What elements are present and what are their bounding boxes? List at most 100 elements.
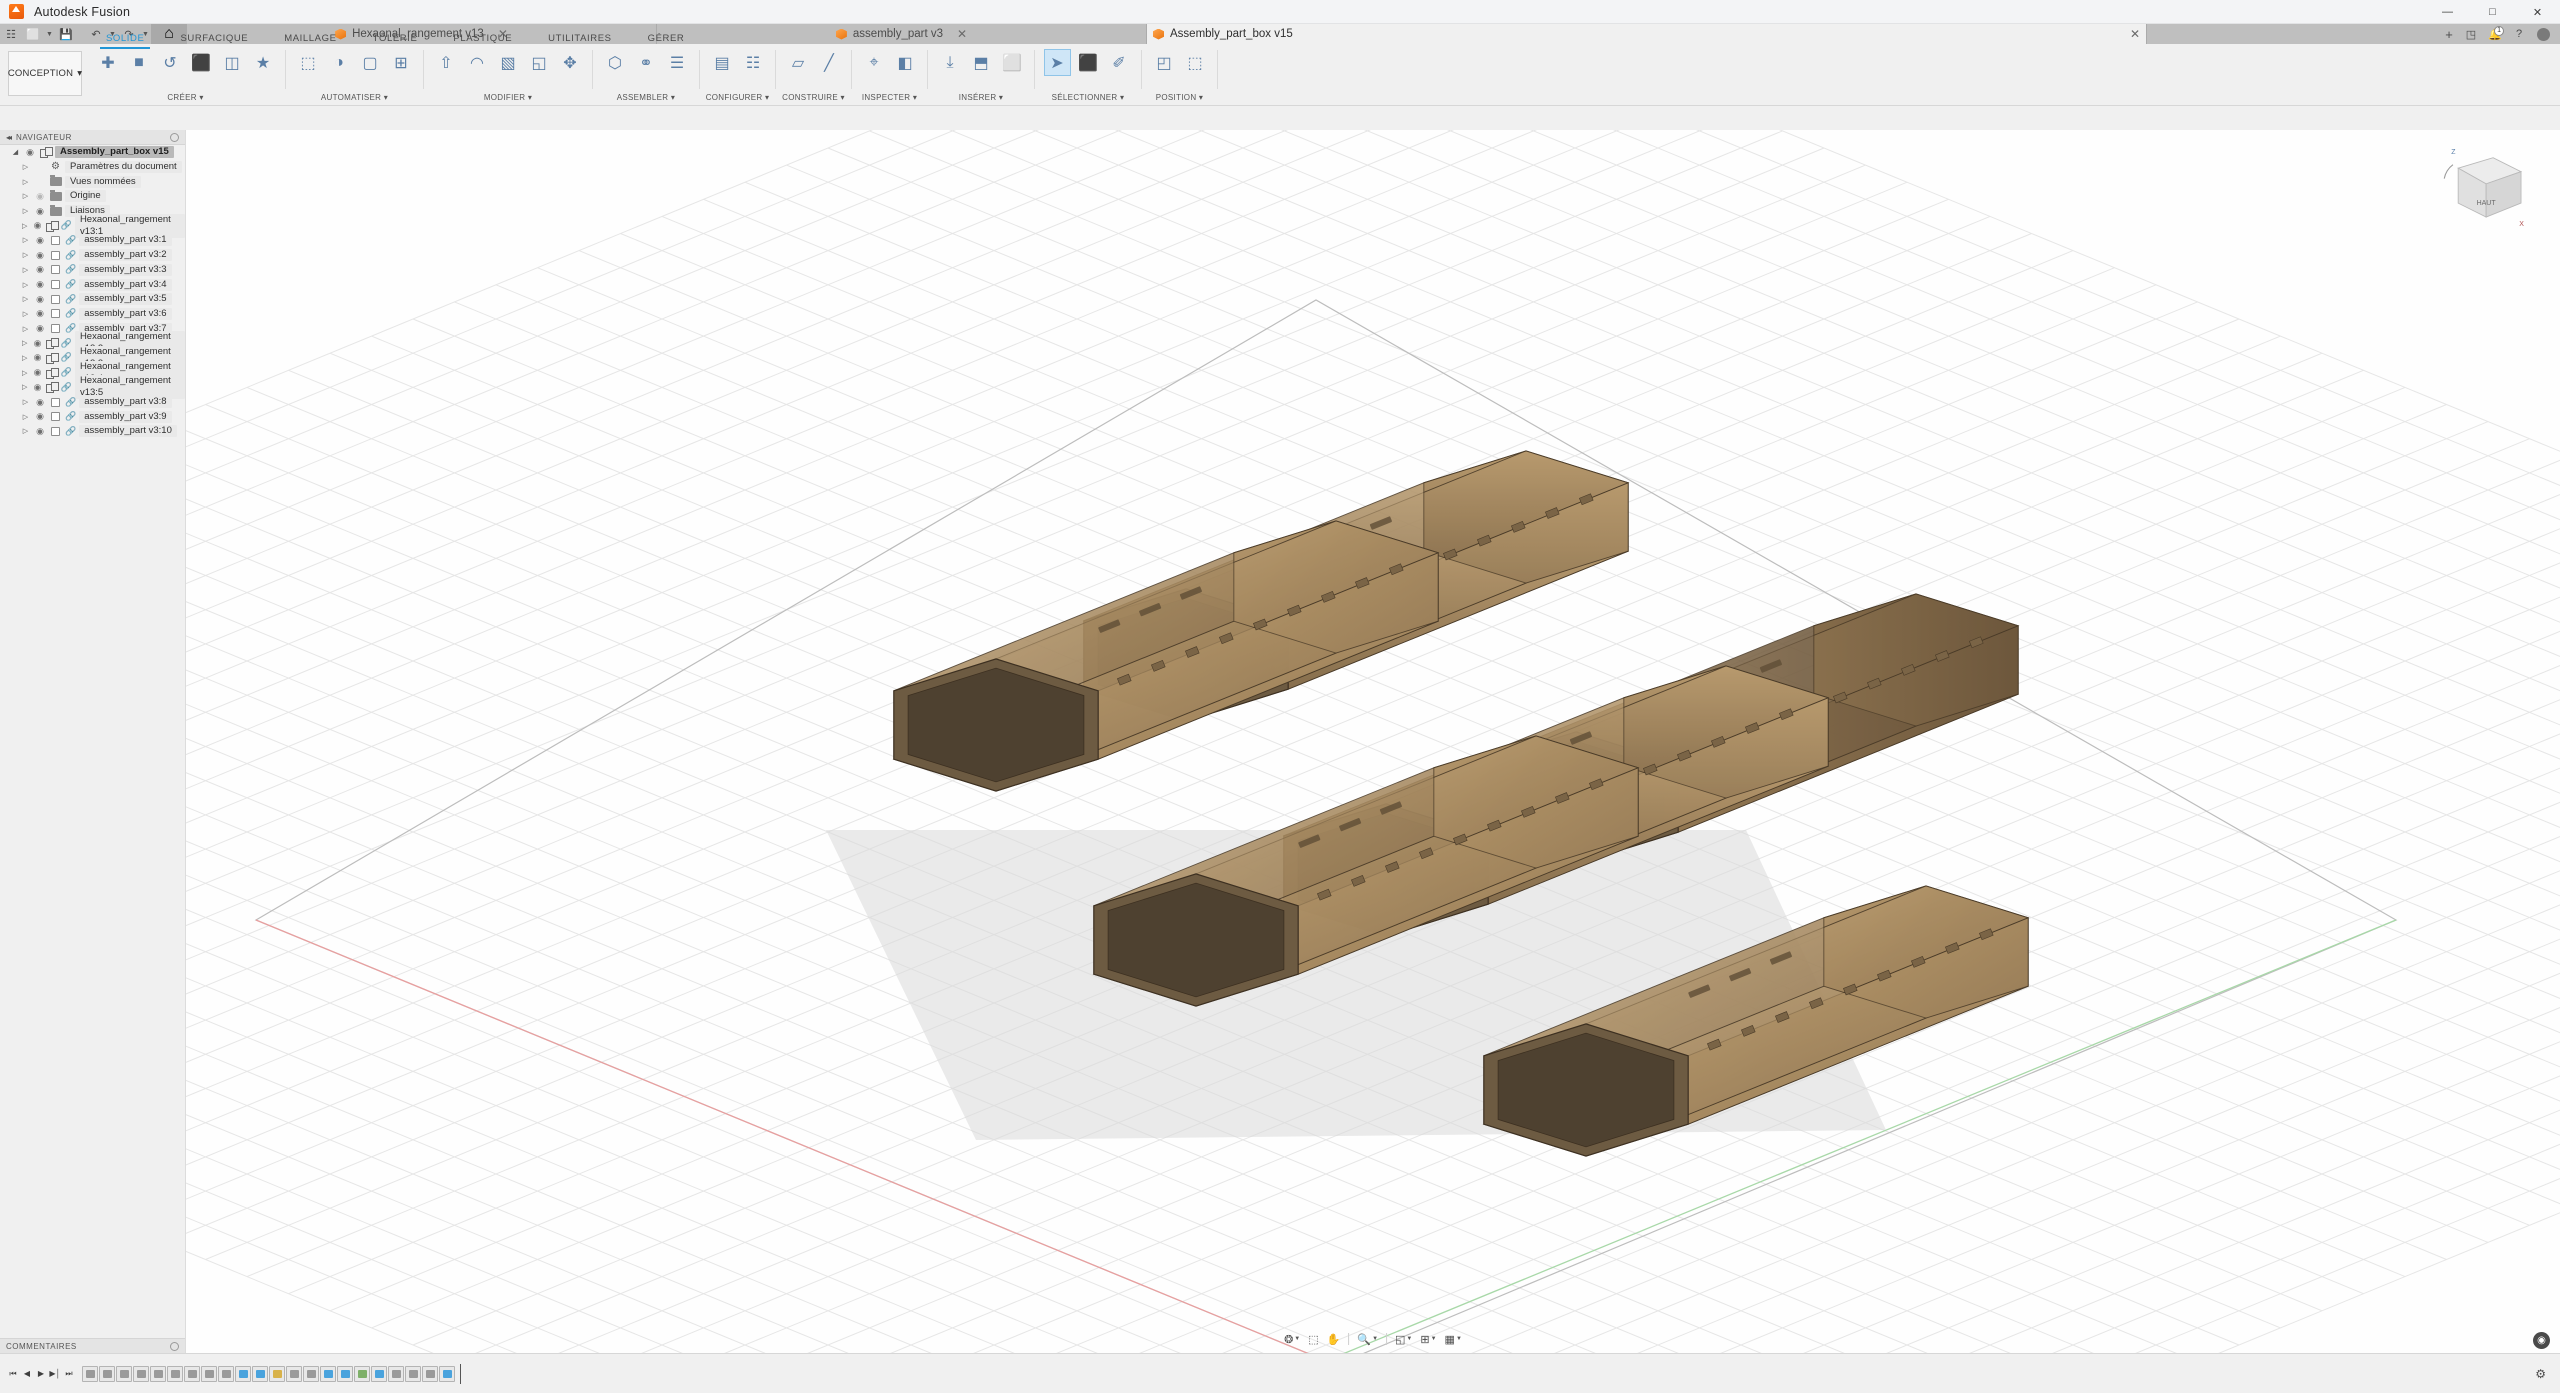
- visibility-eye-icon[interactable]: ◉: [34, 397, 46, 408]
- position-grid-tool[interactable]: ⬚: [1180, 47, 1210, 76]
- timeline-feature-12[interactable]: [269, 1365, 285, 1382]
- visibility-eye-icon[interactable]: ◉: [34, 191, 46, 202]
- panel-label[interactable]: INSÉRER ▾: [930, 93, 1032, 105]
- ribbon-tab-plastique[interactable]: PLASTIQUE: [435, 30, 530, 48]
- timeline-feature-21[interactable]: [422, 1365, 438, 1382]
- expand-arrow-icon[interactable]: ▷: [20, 310, 31, 318]
- checkbox-icon[interactable]: [49, 308, 62, 319]
- visibility-eye-icon[interactable]: ◉: [32, 338, 42, 349]
- look-at-tool[interactable]: ⬚: [1305, 1330, 1321, 1348]
- grid-apps-icon[interactable]: ☷: [0, 24, 22, 44]
- joint-tool[interactable]: ⚭: [631, 47, 661, 76]
- viewports-tool[interactable]: ▦ ▼: [1442, 1330, 1465, 1348]
- automate-joints-tool[interactable]: ⬚: [293, 47, 323, 76]
- combine-tool[interactable]: ◱: [524, 47, 554, 76]
- configuration-tool[interactable]: ▤: [707, 47, 737, 76]
- insert-mcmaster-tool[interactable]: ⬒: [966, 47, 996, 76]
- box-primitive-tool[interactable]: ⬛: [186, 47, 216, 76]
- chevron-down-icon[interactable]: ▼: [1406, 1336, 1412, 1342]
- configuration-table-tool[interactable]: ☷: [738, 47, 768, 76]
- offset-plane-tool[interactable]: ▱: [783, 47, 813, 76]
- timeline-feature-11[interactable]: [252, 1365, 268, 1382]
- document-tab-3[interactable]: Assembly_part_box v15 ✕: [1147, 24, 2147, 44]
- browser-tree-node[interactable]: ▷ ◉ 🔗 Hexaonal_rangement v13:1: [0, 213, 185, 238]
- ribbon-tab-utilitaires[interactable]: UTILITAIRES: [530, 30, 629, 48]
- timeline-feature-5[interactable]: [150, 1365, 166, 1382]
- panel-label[interactable]: ASSEMBLER ▾: [595, 93, 697, 105]
- insert-canvas-tool[interactable]: ⬜: [997, 47, 1027, 76]
- close-icon[interactable]: ✕: [2130, 28, 2140, 40]
- measure-tool[interactable]: ⌖: [859, 47, 889, 76]
- extrude-tool[interactable]: ■: [124, 47, 154, 76]
- expand-arrow-icon[interactable]: ▷: [20, 413, 31, 421]
- automate-align-tool[interactable]: ⊞: [386, 47, 416, 76]
- display-settings-tool[interactable]: ◱ ▼: [1392, 1330, 1415, 1348]
- section-analysis-tool[interactable]: ◧: [890, 47, 920, 76]
- checkbox-icon[interactable]: [49, 264, 62, 275]
- visibility-eye-icon[interactable]: ◉: [34, 250, 46, 261]
- browser-tree-node[interactable]: ▷ Vues nommées: [0, 174, 185, 189]
- expand-arrow-icon[interactable]: ▷: [20, 383, 29, 391]
- expand-arrow-icon[interactable]: ▷: [20, 295, 31, 303]
- ribbon-tab-maillage[interactable]: MAILLAGE: [266, 30, 354, 48]
- automate-volume-tool[interactable]: ◑: [324, 47, 354, 76]
- ribbon-tab-solide[interactable]: SOLIDE: [88, 30, 162, 49]
- expand-arrow-icon[interactable]: ▷: [20, 325, 31, 333]
- zoom-tool[interactable]: 🔍 ▼: [1354, 1330, 1381, 1348]
- browser-tree-node[interactable]: ▷ ◉ 🔗 assembly_part v3:1: [0, 233, 185, 248]
- select-paint-tool[interactable]: ✐: [1104, 47, 1134, 76]
- grid-snap-tool[interactable]: ⊞ ▼: [1417, 1330, 1439, 1348]
- checkbox-icon[interactable]: [49, 323, 62, 334]
- comments-panel[interactable]: COMMENTAIRES: [0, 1338, 185, 1353]
- timeline-feature-7[interactable]: [184, 1365, 200, 1382]
- timeline-feature-15[interactable]: [320, 1365, 336, 1382]
- timeline-feature-18[interactable]: [371, 1365, 387, 1382]
- browser-root-node[interactable]: ◢ ◉ Assembly_part_box v15: [0, 145, 185, 160]
- minimize-button[interactable]: —: [2425, 0, 2470, 24]
- timeline-settings-icon[interactable]: ⚙: [2535, 1367, 2554, 1381]
- visibility-eye-icon[interactable]: ◉: [32, 367, 42, 378]
- panel-label[interactable]: POSITION ▾: [1144, 93, 1215, 105]
- expand-arrow-icon[interactable]: ▷: [20, 354, 29, 362]
- expand-arrow-icon[interactable]: ◢: [10, 148, 21, 156]
- new-file-caret-icon[interactable]: ▼: [44, 24, 55, 44]
- browser-tree-node[interactable]: ▷ ⚙ Paramètres du document: [0, 160, 185, 175]
- timeline-feature-3[interactable]: [116, 1365, 132, 1382]
- panel-label[interactable]: CONFIGURER ▾: [702, 93, 773, 105]
- browser-tree-node[interactable]: ▷ ◉ 🔗 assembly_part v3:10: [0, 424, 185, 439]
- expand-arrow-icon[interactable]: ▷: [20, 192, 31, 200]
- automate-shell-tool[interactable]: ▢: [355, 47, 385, 76]
- press-pull-tool[interactable]: ⇧: [431, 47, 461, 76]
- timeline-go-end[interactable]: ⏭: [62, 1364, 76, 1384]
- insert-derive-tool[interactable]: ⤓: [935, 47, 965, 76]
- checkbox-icon[interactable]: [49, 294, 62, 305]
- timeline-feature-17[interactable]: [354, 1365, 370, 1382]
- document-tab-2[interactable]: assembly_part v3 ✕: [657, 24, 1147, 44]
- timeline-feature-16[interactable]: [337, 1365, 353, 1382]
- shell-tool[interactable]: ▧: [493, 47, 523, 76]
- browser-tree-node[interactable]: ▷ ◉ 🔗 Hexaonal_rangement v13:5: [0, 375, 185, 400]
- expand-arrow-icon[interactable]: ▷: [20, 398, 31, 406]
- account-avatar[interactable]: [2532, 24, 2554, 44]
- visibility-eye-icon[interactable]: ◉: [34, 264, 46, 275]
- expand-arrow-icon[interactable]: ▷: [20, 427, 31, 435]
- close-icon[interactable]: ✕: [957, 28, 967, 40]
- select-window-tool[interactable]: ⬛: [1073, 47, 1103, 76]
- browser-tree-node[interactable]: ▷ ◉ Origine: [0, 189, 185, 204]
- timeline-feature-4[interactable]: [133, 1365, 149, 1382]
- checkbox-icon[interactable]: [49, 411, 62, 422]
- fillet-tool[interactable]: ◠: [462, 47, 492, 76]
- browser-tree-node[interactable]: ▷ ◉ 🔗 assembly_part v3:2: [0, 248, 185, 263]
- close-button[interactable]: ✕: [2515, 0, 2560, 24]
- create-sketch-tool[interactable]: ✚: [93, 47, 123, 76]
- visibility-eye-icon[interactable]: ◉: [34, 206, 46, 217]
- visibility-eye-icon[interactable]: ◉: [32, 220, 42, 231]
- timeline-feature-10[interactable]: [235, 1365, 251, 1382]
- axis-tool[interactable]: ╱: [814, 47, 844, 76]
- visibility-eye-icon[interactable]: ◉: [24, 147, 36, 158]
- timeline-feature-13[interactable]: [286, 1365, 302, 1382]
- panel-label[interactable]: CRÉER ▾: [88, 93, 283, 105]
- ribbon-tab-tlerie[interactable]: TÔLERIE: [355, 30, 436, 48]
- help-icon[interactable]: ?: [2508, 24, 2530, 44]
- view-cube[interactable]: HAUT Z X: [2432, 142, 2528, 238]
